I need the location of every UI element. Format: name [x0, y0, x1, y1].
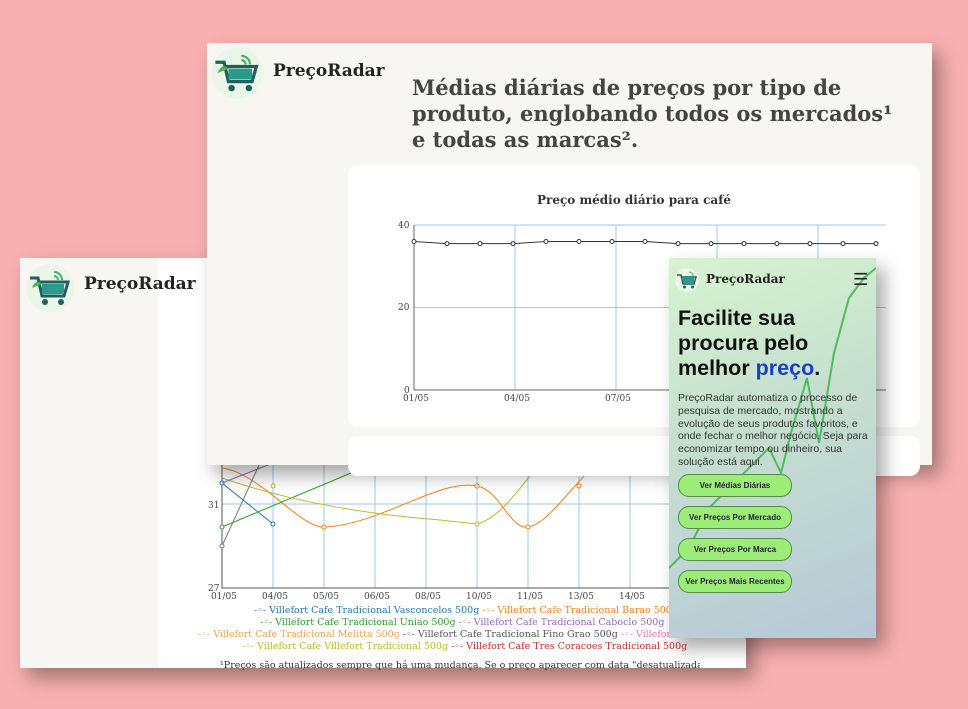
- legend-row: -◦- Villefort Cafe Tradicional Uniao 500…: [260, 617, 664, 628]
- legend-item[interactable]: Villefort Cafe Tradicional Caboclo 500g: [474, 617, 665, 628]
- hero-accent: preço: [755, 356, 815, 380]
- legend-marker: -◦-: [620, 629, 633, 640]
- legend-marker: -◦-: [402, 629, 415, 640]
- y-tick-label: 20: [398, 303, 410, 313]
- legend-marker: -◦-: [242, 641, 255, 652]
- x-tick-label: 10/05: [466, 592, 492, 602]
- data-point: [642, 239, 648, 244]
- legend-item[interactable]: Villefort Cafe Tradicional Melitta 500g: [213, 629, 400, 640]
- mobile-window: PreçoRadar ☰ Facilite sua procura pelo m…: [669, 258, 876, 638]
- prices-by-brand-button[interactable]: Ver Preços Por Marca: [678, 538, 792, 561]
- legend-marker: -◦-: [482, 605, 495, 616]
- legend-marker: -◦-: [254, 605, 267, 616]
- legend-item[interactable]: Villefort Cafe Tres Coracoes Tradicional…: [466, 641, 687, 652]
- latest-prices-button[interactable]: Ver Preços Mais Recentes: [678, 570, 792, 593]
- legend-item[interactable]: Villefort Cafe Tradicional Fino Grao 500…: [418, 629, 618, 640]
- daily-averages-button[interactable]: Ver Médias Diárias: [678, 474, 792, 497]
- hamburger-icon[interactable]: ☰: [853, 270, 868, 290]
- data-point: [444, 241, 450, 247]
- legend-marker: -◦-: [458, 617, 471, 628]
- data-point: [576, 239, 582, 244]
- x-tick-label: 06/05: [364, 592, 390, 602]
- x-tick-label: 05/05: [313, 592, 339, 602]
- page-heading: Médias diárias de preços por tipo de pro…: [412, 75, 893, 152]
- hero-title: Facilite sua procura pelo melhor preço.: [678, 306, 873, 381]
- cart-logo-icon: [675, 268, 699, 292]
- brand-name: PreçoRadar: [273, 61, 385, 81]
- data-point: [675, 241, 681, 247]
- legend-item[interactable]: Villefort Cafe Villefort Tradicional 500…: [257, 641, 448, 652]
- data-point: [708, 241, 714, 247]
- data-point: [411, 239, 417, 244]
- prices-by-market-button[interactable]: Ver Preços Por Mercado: [678, 506, 792, 529]
- legend-item[interactable]: Villefort Cafe Tradicional Uniao 500g: [275, 617, 456, 628]
- brand-name: PreçoRadar: [706, 272, 785, 286]
- data-point: [477, 241, 483, 247]
- x-tick-label: 14/05: [619, 592, 645, 602]
- legend-row: -◦- Villefort Cafe Tradicional Vasconcel…: [254, 605, 678, 616]
- x-tick-label: 04/05: [262, 592, 288, 602]
- x-tick-label: 11/05: [517, 592, 543, 602]
- data-point: [609, 239, 615, 244]
- cart-logo-icon: [211, 47, 263, 99]
- data-point: [774, 241, 780, 247]
- legend-row: -◦- Villefort Cafe Tradicional Melitta 5…: [198, 629, 750, 640]
- x-tick-label: 01/05: [211, 592, 237, 602]
- x-tick-label: 13/05: [568, 592, 594, 602]
- hero-period: .: [814, 356, 821, 380]
- data-point: [510, 241, 516, 247]
- legend-row: -◦- Villefort Cafe Villefort Tradicional…: [242, 641, 687, 652]
- y-tick-label: 31: [208, 501, 219, 511]
- legend-marker: -◦-: [198, 629, 211, 640]
- footnote: ¹Preços são atualizados sempre que há um…: [220, 660, 700, 670]
- hero-description: PreçoRadar automatiza o processo de pesq…: [678, 392, 868, 468]
- legend-marker: -◦-: [260, 617, 273, 628]
- x-tick-label: 04/05: [504, 394, 530, 404]
- data-point: [873, 241, 879, 247]
- x-tick-label: 01/05: [403, 394, 429, 404]
- x-tick-label: 08/05: [415, 592, 441, 602]
- data-point: [741, 241, 747, 247]
- y-tick-label: 40: [398, 221, 410, 231]
- data-point: [807, 241, 813, 247]
- data-point: [840, 241, 846, 247]
- data-point: [543, 239, 549, 244]
- x-tick-label: 07/05: [605, 394, 631, 404]
- legend-marker: -◦-: [451, 641, 464, 652]
- legend-item[interactable]: Villefort Cafe Tradicional Barao 500g: [497, 605, 678, 616]
- legend-item[interactable]: Villefort Cafe Tradicional Vasconcelos 5…: [269, 605, 479, 616]
